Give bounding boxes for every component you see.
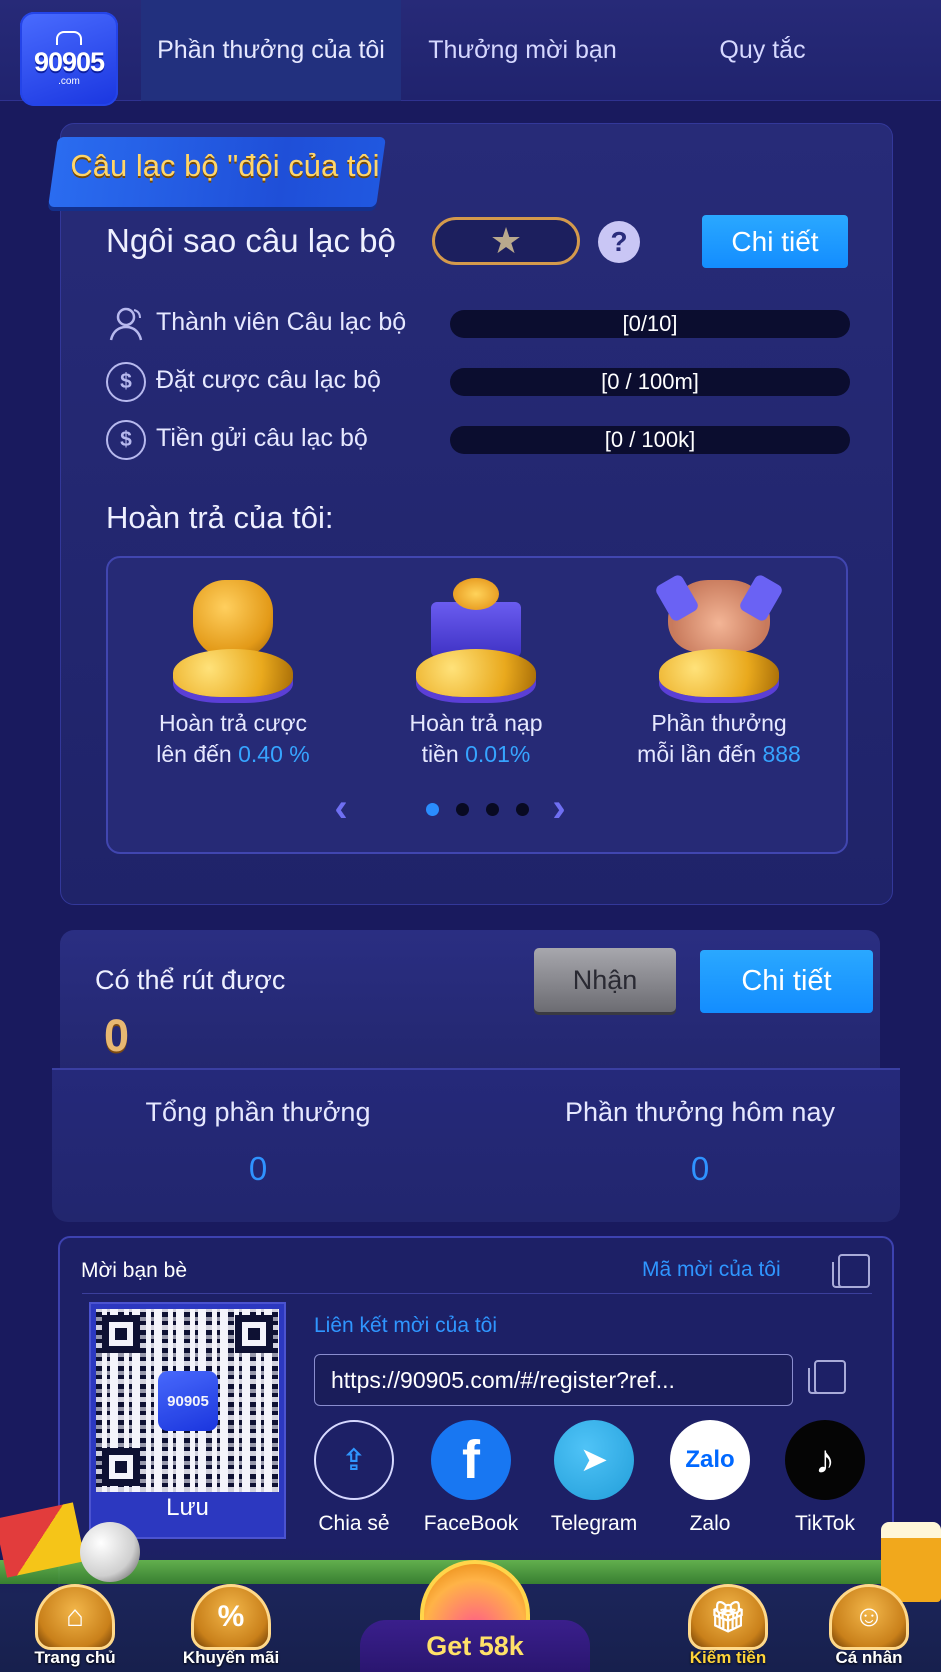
profile-icon: ☺ <box>829 1584 909 1650</box>
qr-logo: 90905 <box>158 1371 218 1431</box>
tab-rules[interactable]: Quy tắc <box>680 0 845 101</box>
carousel-dots <box>426 803 529 816</box>
telegram-icon: ➤ <box>554 1420 634 1500</box>
stat-label: Đặt cược câu lạc bộ <box>156 366 381 394</box>
carousel-dot[interactable] <box>486 803 499 816</box>
share-label: Zalo <box>689 1512 731 1535</box>
stat-progress-bar: [0 / 100m] <box>450 368 850 396</box>
nav-label: Kiếm tiền <box>689 1648 767 1667</box>
qr-code-card: 90905 Lưu <box>89 1302 286 1539</box>
stat-row-members: Thành viên Câu lạc bộ [0/10] <box>106 302 851 346</box>
stat-row-bets: $ Đặt cược câu lạc bộ [0 / 100m] <box>106 360 851 404</box>
nav-label: Cá nhân <box>835 1648 903 1667</box>
gift-coins-icon <box>411 572 541 702</box>
today-rewards-label: Phần thưởng hôm nay <box>565 1097 835 1127</box>
gift-icon: 🎁︎ <box>688 1584 768 1650</box>
nav-earn[interactable]: 🎁︎ Kiếm tiền <box>673 1584 783 1668</box>
logo-sub: .com <box>58 76 80 87</box>
stat-progress-bar: [0/10] <box>450 310 850 338</box>
zalo-share-button[interactable]: Zalo Zalo <box>661 1420 759 1536</box>
nav-promotions[interactable]: % Khuyến mãi <box>176 1584 286 1668</box>
withdrawable-value: 0 <box>104 1010 130 1061</box>
total-rewards-value: 0 <box>248 1150 268 1187</box>
person-icon <box>106 304 146 344</box>
nav-label: Khuyến mãi <box>182 1648 280 1667</box>
top-header: 90905 .com Phần thưởng của tôi Thưởng mờ… <box>0 0 941 106</box>
invite-code-link[interactable]: Mã mời của tôi <box>642 1258 781 1282</box>
rebate-value: 0.01% <box>465 741 531 767</box>
app-logo[interactable]: 90905 .com <box>20 12 118 106</box>
club-ribbon-title: Câu lạc bộ "đội của tôi <box>70 148 380 183</box>
promo-icon: % <box>191 1584 271 1650</box>
carousel-dot[interactable] <box>516 803 529 816</box>
rebate-title: Hoàn trả của tôi: <box>106 500 334 535</box>
share-label: FaceBook <box>423 1512 519 1535</box>
qr-code: 90905 <box>96 1309 279 1492</box>
carousel-dot[interactable] <box>426 803 439 816</box>
nav-home[interactable]: ⌂ Trang chủ <box>20 1584 130 1668</box>
copy-icon[interactable] <box>808 1360 846 1394</box>
stat-label: Tiền gửi câu lạc bộ <box>156 424 368 452</box>
invite-link-field[interactable]: https://90905.com/#/register?ref... <box>314 1354 793 1406</box>
football-icon <box>80 1522 140 1582</box>
share-button[interactable]: ⇪ Chia sẻ <box>305 1420 403 1536</box>
withdraw-detail-button[interactable]: Chi tiết <box>700 950 873 1013</box>
today-rewards-value: 0 <box>690 1150 710 1187</box>
invite-link-label: Liên kết mời của tôi <box>314 1314 498 1337</box>
stat-label: Thành viên Câu lạc bộ <box>156 308 407 336</box>
rebate-item-deposit: Hoàn trả nạp tiền 0.01% <box>371 572 581 770</box>
tab-invite-rewards[interactable]: Thưởng mời bạn <box>410 0 635 101</box>
stat-row-deposits: $ Tiền gửi câu lạc bộ [0 / 100k] <box>106 418 851 462</box>
get-bonus-button[interactable]: Get 58k <box>360 1620 590 1672</box>
logo-crown-icon <box>56 31 82 45</box>
tiktok-icon: ♪ <box>785 1420 865 1500</box>
rebate-carousel: Hoàn trả cược lên đến 0.40 % Hoàn trả nạ… <box>106 556 848 854</box>
divider <box>82 1293 872 1294</box>
withdrawable-label: Có thể rút được <box>95 965 286 995</box>
rebate-value: 0.40 % <box>238 741 310 767</box>
handshake-coins-icon <box>654 572 784 702</box>
money-bag-icon <box>168 572 298 702</box>
club-star-rating: ★ <box>432 217 580 265</box>
share-label: Telegram <box>550 1512 638 1535</box>
tiktok-share-button[interactable]: ♪ TikTok <box>776 1420 874 1536</box>
rebate-item-reward: Phần thưởng mỗi lần đến 888 <box>614 572 824 770</box>
nav-label: Trang chủ <box>34 1648 116 1667</box>
nav-profile[interactable]: ☺ Cá nhân <box>814 1584 924 1668</box>
coin-icon: $ <box>106 362 146 402</box>
logo-text: 90905 <box>33 47 105 77</box>
rebate-text: Hoàn trả cược lên đến 0.40 % <box>156 710 310 767</box>
tab-my-rewards[interactable]: Phần thưởng của tôi <box>141 0 401 101</box>
chevron-right-icon[interactable]: › <box>544 788 574 828</box>
chevron-left-icon[interactable]: ‹ <box>326 788 356 828</box>
telegram-share-button[interactable]: ➤ Telegram <box>545 1420 643 1536</box>
save-qr-button[interactable]: Lưu <box>91 1494 284 1522</box>
club-star-label: Ngôi sao câu lạc bộ <box>106 222 396 259</box>
star-icon: ★ <box>489 220 523 261</box>
home-icon: ⌂ <box>35 1584 115 1650</box>
facebook-icon: f <box>431 1420 511 1500</box>
facebook-share-button[interactable]: f FaceBook <box>422 1420 520 1536</box>
total-rewards-label: Tổng phần thưởng <box>145 1097 371 1127</box>
rebate-item-bet: Hoàn trả cược lên đến 0.40 % <box>128 572 338 770</box>
share-icon: ⇪ <box>314 1420 394 1500</box>
zalo-icon: Zalo <box>670 1420 750 1500</box>
coin-icon: $ <box>106 420 146 460</box>
share-label: Chia sẻ <box>318 1512 390 1535</box>
receive-button[interactable]: Nhận <box>534 948 676 1012</box>
rebate-value: 888 <box>762 741 801 767</box>
totals-panel <box>52 1068 900 1222</box>
share-label: TikTok <box>795 1512 855 1535</box>
copy-icon[interactable] <box>832 1254 870 1288</box>
question-icon[interactable]: ? <box>598 221 640 263</box>
club-detail-button[interactable]: Chi tiết <box>702 215 848 268</box>
rebate-text: Phần thưởng mỗi lần đến 888 <box>637 710 801 767</box>
invite-title: Mời bạn bè <box>81 1259 187 1282</box>
rebate-text: Hoàn trả nạp tiền 0.01% <box>409 710 543 767</box>
carousel-dot[interactable] <box>456 803 469 816</box>
stat-progress-bar: [0 / 100k] <box>450 426 850 454</box>
